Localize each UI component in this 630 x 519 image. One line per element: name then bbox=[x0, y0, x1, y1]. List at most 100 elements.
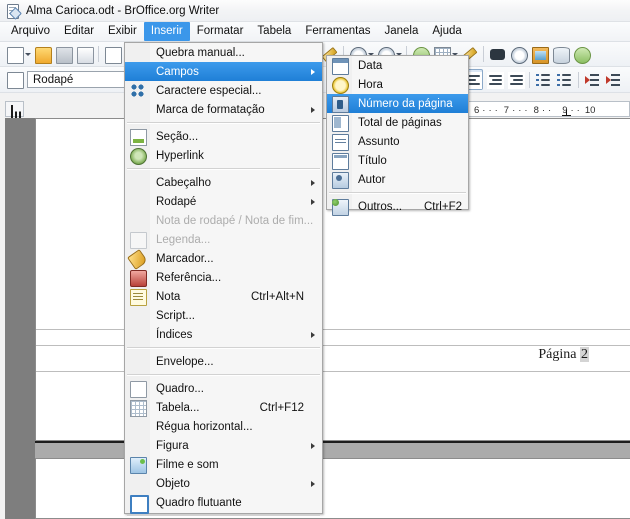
menu-item-label: Legenda... bbox=[156, 233, 211, 246]
menu-item-label: Título bbox=[358, 154, 387, 167]
menu-item-label: Objeto bbox=[156, 477, 190, 490]
menu-item-tabela[interactable]: Tabela... Ctrl+F12 bbox=[125, 398, 322, 417]
menubar-item-inserir[interactable]: Inserir bbox=[143, 22, 190, 41]
menu-item-quadro[interactable]: Quadro... bbox=[125, 379, 322, 398]
edit-file-icon[interactable] bbox=[103, 45, 122, 64]
increase-indent-icon[interactable] bbox=[604, 70, 623, 89]
align-center-icon[interactable] bbox=[485, 70, 504, 89]
menu-item-quebra-manual[interactable]: Quebra manual... bbox=[125, 43, 322, 62]
menu-item-label: Tabela... bbox=[156, 401, 200, 414]
campos-submenu[interactable]: Data Hora Número da página Total de pági… bbox=[326, 55, 469, 216]
menu-item-label: Figura bbox=[156, 439, 189, 452]
menu-item-figura[interactable]: Figura bbox=[125, 436, 322, 455]
subject-field-icon bbox=[332, 134, 349, 151]
menu-separator bbox=[127, 347, 320, 349]
submenu-item-titulo[interactable]: Título bbox=[327, 151, 468, 170]
menu-item-indices[interactable]: Índices bbox=[125, 325, 322, 344]
menu-item-rodape[interactable]: Rodapé bbox=[125, 192, 322, 211]
gallery-icon[interactable] bbox=[530, 45, 549, 64]
menu-item-label: Quadro flutuante bbox=[156, 496, 242, 509]
menu-item-marcador[interactable]: Marcador... bbox=[125, 249, 322, 270]
menu-item-legenda: Legenda... bbox=[125, 230, 322, 249]
save-document-icon[interactable] bbox=[54, 45, 73, 64]
toolbar-separator bbox=[98, 46, 99, 62]
horizontal-ruler[interactable]: 6 ··· 7 ··· 8 ·· 9 ·· 10 bbox=[465, 101, 630, 117]
page-number-field[interactable]: 2 bbox=[580, 347, 589, 362]
menu-separator bbox=[127, 374, 320, 376]
menu-item-shortcut: Ctrl+Alt+N bbox=[250, 290, 304, 303]
insert-menu-dropdown[interactable]: Quebra manual... Campos Caractere especi… bbox=[124, 42, 323, 517]
menu-item-label: Data bbox=[358, 59, 383, 72]
tab-stop-selector-icon[interactable] bbox=[5, 101, 24, 117]
submenu-item-assunto[interactable]: Assunto bbox=[327, 132, 468, 151]
menu-item-label: Cabeçalho bbox=[156, 176, 211, 189]
menubar-item-formatar[interactable]: Formatar bbox=[190, 22, 251, 41]
navigator-icon[interactable] bbox=[509, 45, 528, 64]
table-icon bbox=[130, 400, 147, 417]
submenu-item-outros[interactable]: Outros... Ctrl+F2 bbox=[327, 197, 468, 216]
apply-style-icon[interactable] bbox=[5, 70, 24, 89]
menubar-item-arquivo[interactable]: Arquivo bbox=[4, 22, 57, 41]
chevron-right-icon bbox=[311, 107, 315, 113]
menu-item-label: Quebra manual... bbox=[156, 46, 245, 59]
menu-item-secao[interactable]: Seção... bbox=[125, 127, 322, 146]
menu-item-shortcut: Ctrl+F12 bbox=[259, 401, 304, 414]
menu-item-label: Envelope... bbox=[156, 355, 214, 368]
menubar-item-janela[interactable]: Janela bbox=[378, 22, 426, 41]
menubar-item-editar[interactable]: Editar bbox=[57, 22, 101, 41]
menu-item-quadro-flutuante[interactable]: Quadro flutuante bbox=[125, 493, 322, 514]
page-footer-text: Página 2 bbox=[538, 347, 589, 363]
submenu-item-hora[interactable]: Hora bbox=[327, 75, 468, 94]
menu-item-filme-e-som[interactable]: Filme e som bbox=[125, 455, 322, 474]
paragraph-style-input[interactable]: Rodapé bbox=[27, 71, 131, 88]
decrease-indent-icon[interactable] bbox=[583, 70, 602, 89]
special-character-icon bbox=[130, 83, 145, 98]
menu-item-objeto[interactable]: Objeto bbox=[125, 474, 322, 493]
new-document-icon[interactable] bbox=[5, 45, 24, 64]
other-fields-icon bbox=[332, 199, 349, 216]
menu-item-shortcut: Ctrl+F2 bbox=[423, 200, 462, 213]
menu-item-cabecalho[interactable]: Cabeçalho bbox=[125, 173, 322, 192]
menu-item-envelope[interactable]: Envelope... bbox=[125, 352, 322, 371]
menu-item-script[interactable]: Script... bbox=[125, 306, 322, 325]
footer-label: Página bbox=[538, 347, 580, 362]
menu-item-nota[interactable]: Nota Ctrl+Alt+N bbox=[125, 287, 322, 306]
writer-document-icon bbox=[6, 3, 22, 20]
menubar-item-exibir[interactable]: Exibir bbox=[101, 22, 144, 41]
submenu-item-autor[interactable]: Autor bbox=[327, 170, 468, 189]
menu-item-label: Marca de formatação bbox=[156, 103, 265, 116]
unordered-list-icon[interactable] bbox=[555, 70, 574, 89]
paragraph-style-value: Rodapé bbox=[33, 73, 74, 86]
menu-item-hyperlink[interactable]: Hyperlink bbox=[125, 146, 322, 165]
menubar-item-tabela[interactable]: Tabela bbox=[250, 22, 298, 41]
new-document-dropdown-icon[interactable] bbox=[25, 45, 32, 64]
menu-item-referencia[interactable]: Referência... bbox=[125, 268, 322, 287]
chevron-right-icon bbox=[311, 180, 315, 186]
find-replace-icon[interactable] bbox=[488, 45, 507, 64]
open-document-icon[interactable] bbox=[33, 45, 52, 64]
menu-item-label: Filme e som bbox=[156, 458, 219, 471]
title-field-icon bbox=[332, 153, 349, 170]
menubar-item-ferramentas[interactable]: Ferramentas bbox=[298, 22, 377, 41]
menu-item-nota-de-rodape: Nota de rodapé / Nota de fim... bbox=[125, 211, 322, 230]
email-document-icon[interactable] bbox=[75, 45, 94, 64]
formatting-marks-icon[interactable] bbox=[572, 45, 591, 64]
hruler-tick-6: 6 bbox=[474, 104, 480, 116]
submenu-item-total-de-paginas[interactable]: Total de páginas bbox=[327, 113, 468, 132]
menu-item-regua-horizontal[interactable]: Régua horizontal... bbox=[125, 417, 322, 436]
submenu-item-numero-da-pagina[interactable]: Número da página bbox=[327, 94, 468, 113]
menu-item-label: Régua horizontal... bbox=[156, 420, 253, 433]
menu-separator bbox=[127, 515, 320, 517]
menu-item-campos[interactable]: Campos bbox=[125, 62, 322, 81]
submenu-item-data[interactable]: Data bbox=[327, 56, 468, 75]
menubar-item-ajuda[interactable]: Ajuda bbox=[425, 22, 468, 41]
align-right-icon[interactable] bbox=[506, 70, 525, 89]
center-tab-stop-icon[interactable] bbox=[562, 110, 571, 116]
menu-bar[interactable]: Arquivo Editar Exibir Inserir Formatar T… bbox=[0, 22, 630, 42]
menu-item-label: Quadro... bbox=[156, 382, 204, 395]
caption-icon bbox=[130, 232, 147, 249]
ordered-list-icon[interactable] bbox=[534, 70, 553, 89]
menu-item-caractere-especial[interactable]: Caractere especial... bbox=[125, 81, 322, 100]
data-sources-icon[interactable] bbox=[551, 45, 570, 64]
menu-item-marca-de-formatacao[interactable]: Marca de formatação bbox=[125, 100, 322, 119]
